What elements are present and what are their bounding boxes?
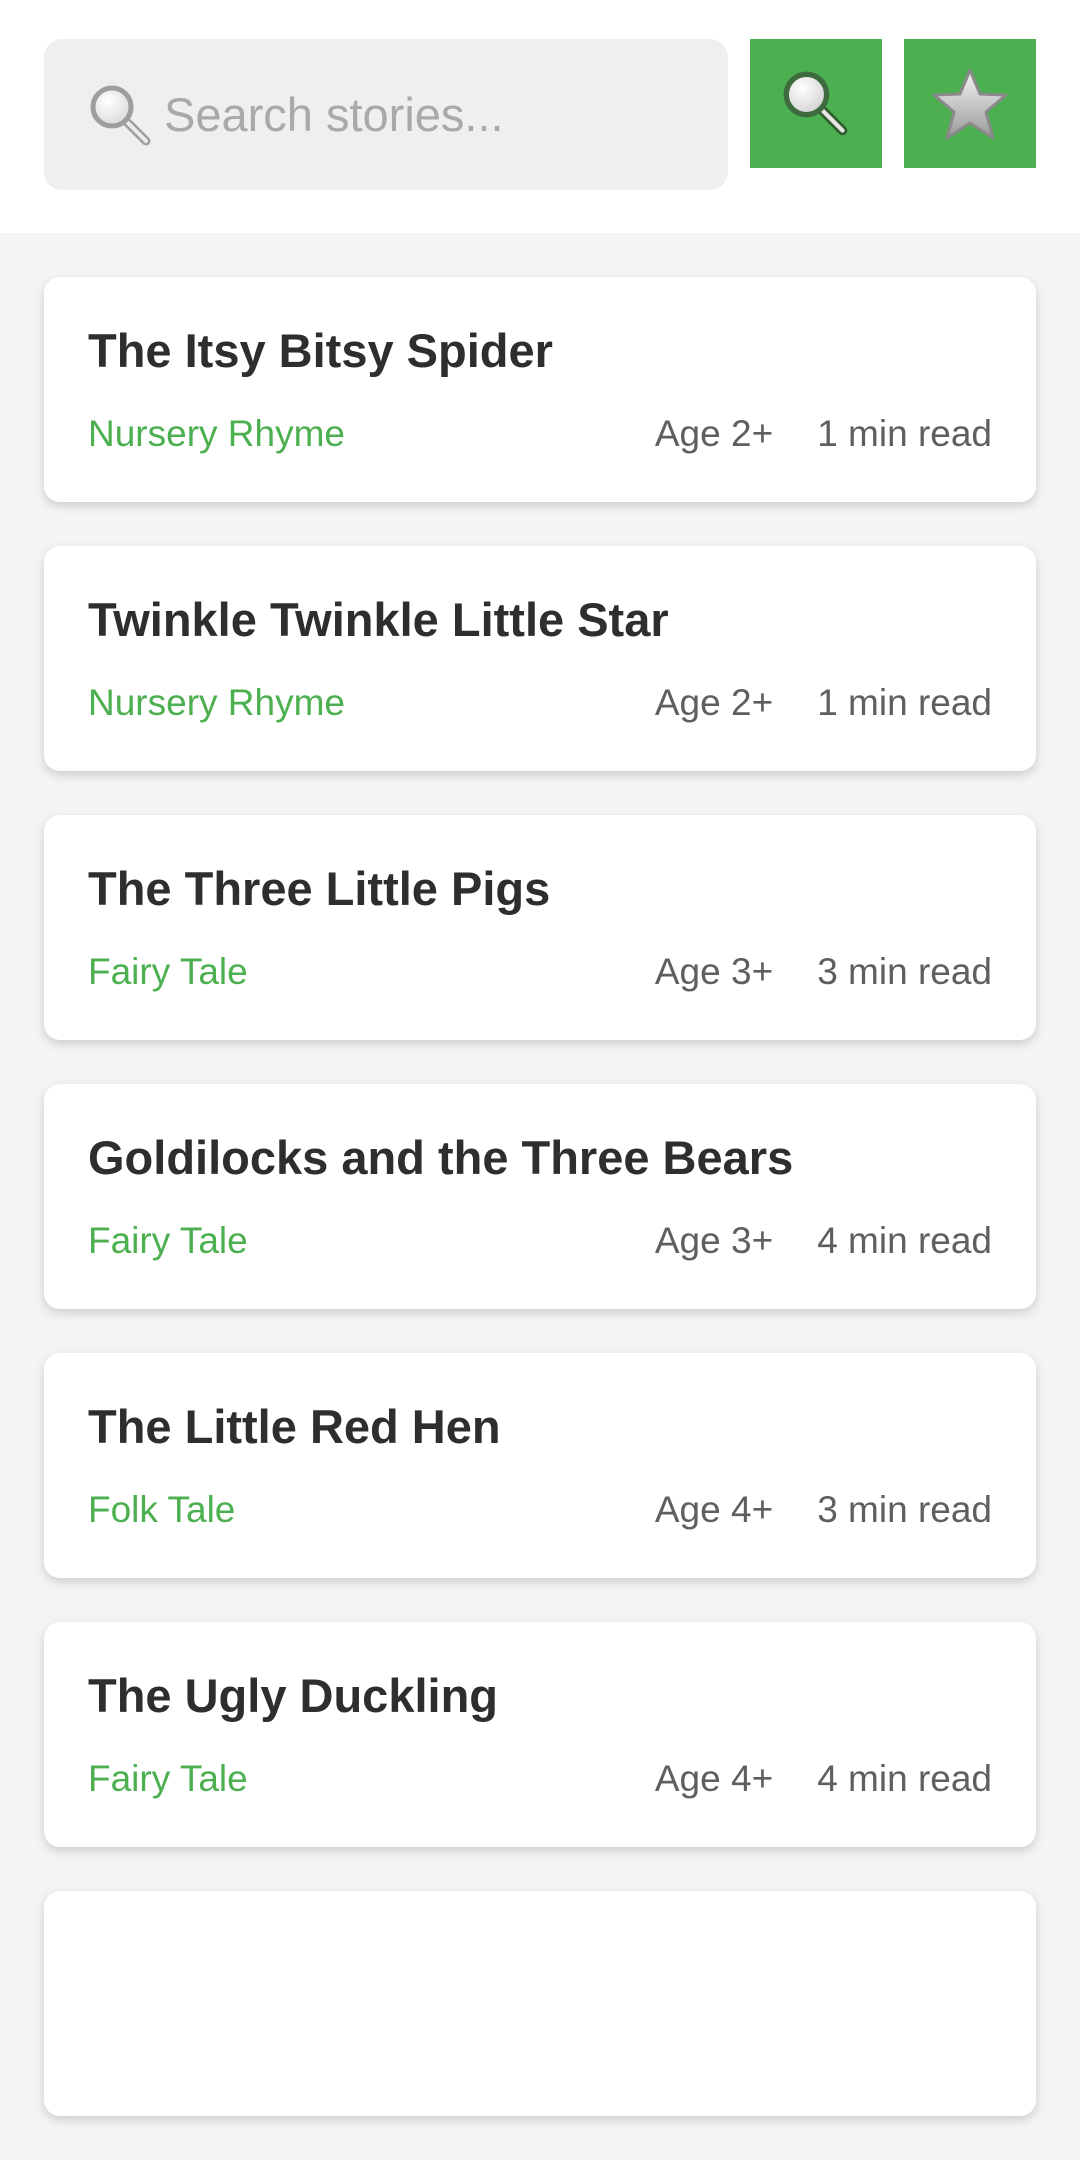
top-bar <box>0 0 1080 233</box>
story-age: Age 3+ <box>654 951 774 992</box>
story-card[interactable]: The Little Red Hen Folk Tale Age 4+ 3 mi… <box>44 1353 1036 1578</box>
favorites-button[interactable] <box>904 39 1036 168</box>
story-meta: Age 3+ 3 min read <box>655 951 992 993</box>
story-card[interactable]: Goldilocks and the Three Bears Fairy Tal… <box>44 1084 1036 1309</box>
story-age: Age 2+ <box>654 413 774 454</box>
story-age: Age 4+ <box>654 1758 774 1799</box>
story-title: The Itsy Bitsy Spider <box>88 324 553 377</box>
story-meta: Age 2+ 1 min read <box>655 682 992 724</box>
story-title: Goldilocks and the Three Bears <box>88 1131 794 1184</box>
story-age: Age 4+ <box>654 1489 774 1530</box>
star-icon <box>932 68 1008 139</box>
story-age: Age 3+ <box>654 1220 774 1261</box>
story-card[interactable]: The Ugly Duckling Fairy Tale Age 4+ 4 mi… <box>44 1622 1036 1847</box>
story-genre: Folk Tale <box>88 1489 236 1530</box>
story-genre: Fairy Tale <box>88 1220 248 1261</box>
story-read-time: 3 min read <box>817 951 992 992</box>
story-age: Age 2+ <box>654 682 774 723</box>
story-meta: Age 3+ 4 min read <box>655 1220 992 1262</box>
story-meta: Age 4+ 4 min read <box>655 1758 992 1800</box>
magnifier-icon <box>90 85 151 146</box>
story-card[interactable]: The Itsy Bitsy Spider Nursery Rhyme Age … <box>44 277 1036 502</box>
search-button[interactable] <box>750 39 882 168</box>
story-title: The Ugly Duckling <box>88 1669 498 1722</box>
story-card[interactable]: The Three Little Pigs Fairy Tale Age 3+ … <box>44 815 1036 1040</box>
story-read-time: 3 min read <box>817 1489 992 1530</box>
story-read-time: 1 min read <box>817 682 992 723</box>
story-genre: Nursery Rhyme <box>88 413 345 454</box>
story-title: The Little Red Hen <box>88 1400 501 1453</box>
search-field[interactable] <box>44 39 728 190</box>
story-genre: Fairy Tale <box>88 951 248 992</box>
story-meta: Age 4+ 3 min read <box>655 1489 992 1531</box>
magnifier-icon <box>783 71 848 135</box>
story-genre: Fairy Tale <box>88 1758 248 1799</box>
story-title: The Three Little Pigs <box>88 862 551 915</box>
search-input[interactable] <box>164 69 704 159</box>
story-read-time: 4 min read <box>817 1220 992 1261</box>
story-meta: Age 2+ 1 min read <box>655 413 992 455</box>
story-title: Twinkle Twinkle Little Star <box>88 593 669 646</box>
story-read-time: 1 min read <box>817 413 992 454</box>
story-read-time: 4 min read <box>817 1758 992 1799</box>
story-list: The Itsy Bitsy Spider Nursery Rhyme Age … <box>44 277 1036 2160</box>
story-card-partial[interactable] <box>44 1891 1036 2116</box>
story-genre: Nursery Rhyme <box>88 682 345 723</box>
story-card[interactable]: Twinkle Twinkle Little Star Nursery Rhym… <box>44 546 1036 771</box>
